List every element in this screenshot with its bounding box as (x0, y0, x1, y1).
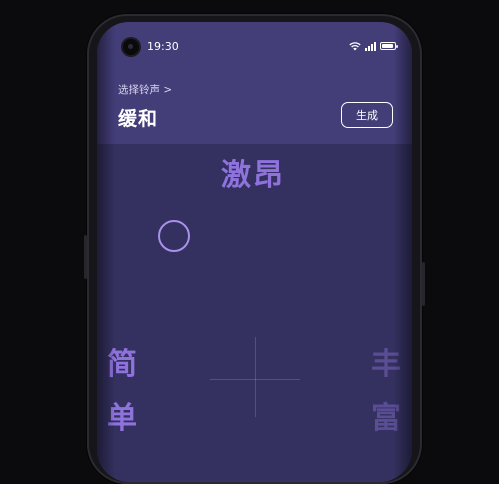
crosshair-vertical (255, 337, 256, 417)
wifi-icon (349, 42, 361, 51)
select-ringtone-link[interactable]: 选择铃声 > (118, 82, 172, 97)
volume-button (84, 235, 87, 279)
signal-bar (368, 45, 370, 51)
axis-label-top: 激昂 (221, 158, 285, 193)
phone-screen: 19:30 选择铃声 > 缓和 生成 激昂 简单 丰富 (97, 22, 412, 482)
signal-bar (371, 43, 373, 51)
mood-pad[interactable] (97, 144, 412, 482)
signal-bar (365, 47, 367, 51)
signal-bar (374, 41, 376, 51)
signal-icon (365, 41, 376, 51)
status-time: 19:30 (147, 40, 179, 53)
front-camera-icon (123, 39, 139, 55)
status-icons (349, 40, 398, 52)
screen-edge-shade-left (97, 22, 115, 482)
power-button (422, 262, 425, 306)
generate-button[interactable]: 生成 (341, 102, 393, 128)
battery-level (382, 44, 393, 48)
screen-edge-shade-right (394, 22, 412, 482)
page-title: 缓和 (118, 108, 159, 130)
mood-selector-handle[interactable] (158, 220, 190, 252)
